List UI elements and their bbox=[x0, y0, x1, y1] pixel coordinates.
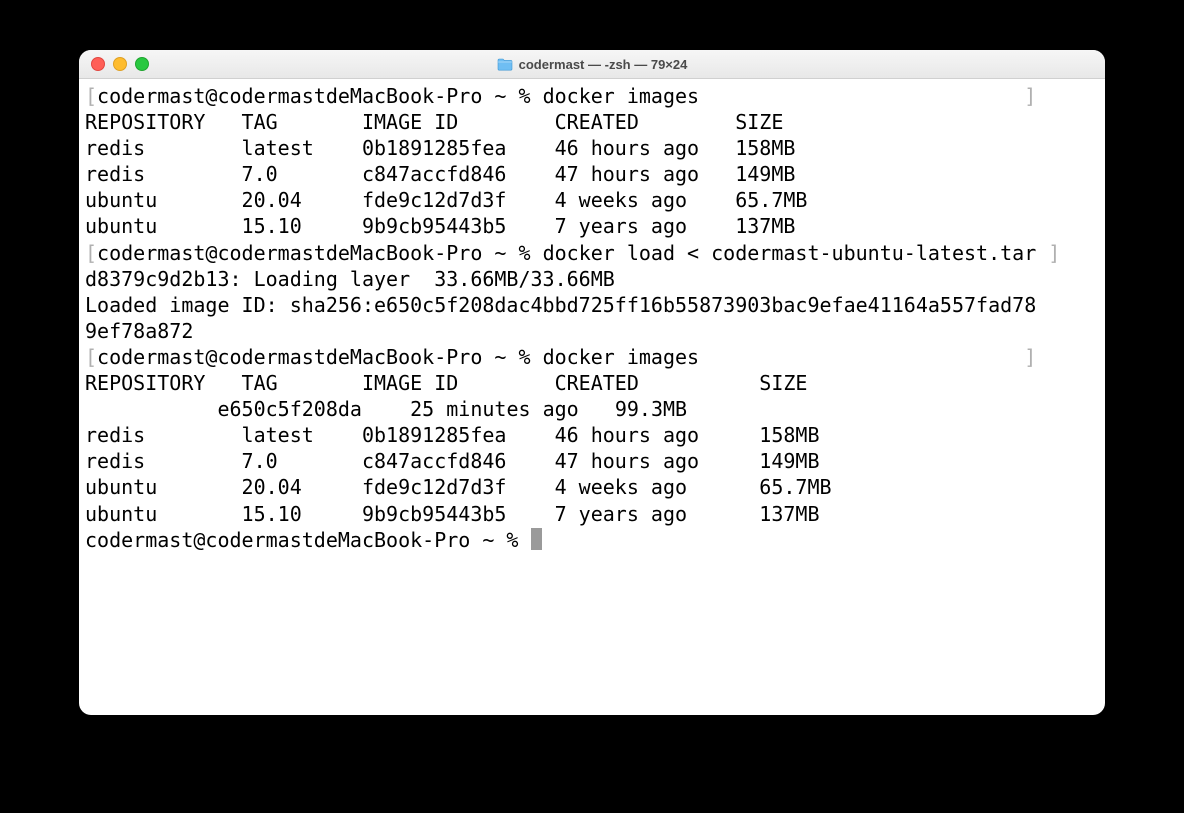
terminal-line: [codermast@codermastdeMacBook-Pro ~ % do… bbox=[85, 240, 1099, 266]
terminal-line: Loaded image ID: sha256:e650c5f208dac4bb… bbox=[85, 292, 1099, 318]
terminal-line: [codermast@codermastdeMacBook-Pro ~ % do… bbox=[85, 344, 1099, 370]
terminal-line: ubuntu 15.10 9b9cb95443b5 7 years ago 13… bbox=[85, 213, 1099, 239]
zoom-icon[interactable] bbox=[135, 57, 149, 71]
window-title: codermast — -zsh — 79×24 bbox=[79, 57, 1105, 72]
terminal-line: redis 7.0 c847accfd846 47 hours ago 149M… bbox=[85, 161, 1099, 187]
terminal-line: REPOSITORY TAG IMAGE ID CREATED SIZE bbox=[85, 370, 1099, 396]
terminal-line: 9ef78a872 bbox=[85, 318, 1099, 344]
terminal-line: codermast@codermastdeMacBook-Pro ~ % bbox=[85, 527, 1099, 553]
terminal-content[interactable]: [codermast@codermastdeMacBook-Pro ~ % do… bbox=[79, 79, 1105, 715]
terminal-line: ubuntu 15.10 9b9cb95443b5 7 years ago 13… bbox=[85, 501, 1099, 527]
terminal-line: e650c5f208da 25 minutes ago 99.3MB bbox=[85, 396, 1099, 422]
terminal-line: redis 7.0 c847accfd846 47 hours ago 149M… bbox=[85, 448, 1099, 474]
window-controls bbox=[79, 57, 149, 71]
terminal-line: REPOSITORY TAG IMAGE ID CREATED SIZE bbox=[85, 109, 1099, 135]
terminal-line: redis latest 0b1891285fea 46 hours ago 1… bbox=[85, 135, 1099, 161]
terminal-window: codermast — -zsh — 79×24 [codermast@code… bbox=[79, 50, 1105, 715]
window-title-text: codermast — -zsh — 79×24 bbox=[519, 57, 688, 72]
terminal-line: ubuntu 20.04 fde9c12d7d3f 4 weeks ago 65… bbox=[85, 187, 1099, 213]
terminal-line: ubuntu 20.04 fde9c12d7d3f 4 weeks ago 65… bbox=[85, 474, 1099, 500]
cursor bbox=[531, 528, 542, 550]
minimize-icon[interactable] bbox=[113, 57, 127, 71]
terminal-line: [codermast@codermastdeMacBook-Pro ~ % do… bbox=[85, 83, 1099, 109]
titlebar[interactable]: codermast — -zsh — 79×24 bbox=[79, 50, 1105, 79]
terminal-line: d8379c9d2b13: Loading layer 33.66MB/33.6… bbox=[85, 266, 1099, 292]
close-icon[interactable] bbox=[91, 57, 105, 71]
folder-icon bbox=[497, 58, 513, 71]
terminal-line: redis latest 0b1891285fea 46 hours ago 1… bbox=[85, 422, 1099, 448]
